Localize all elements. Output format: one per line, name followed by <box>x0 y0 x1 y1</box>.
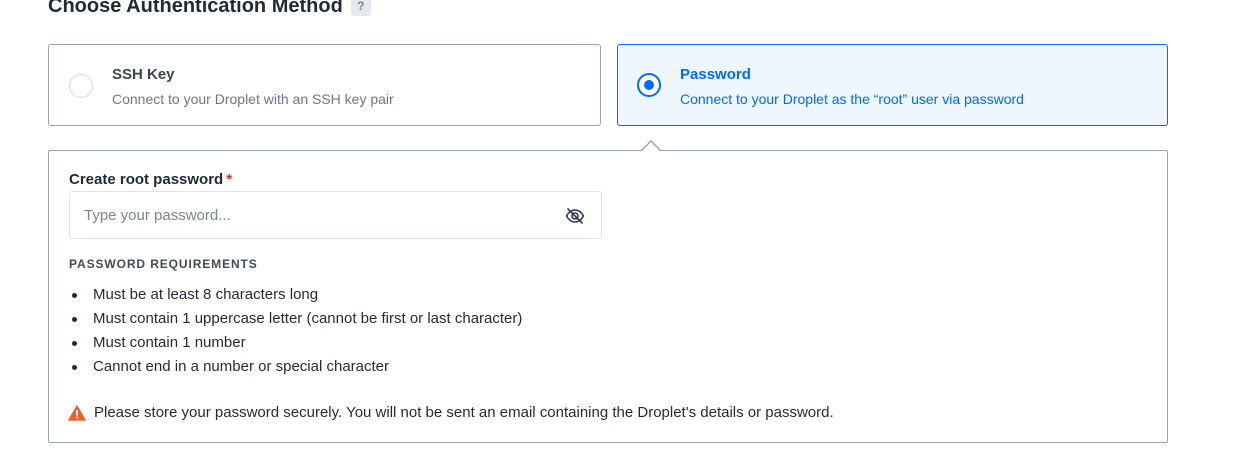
requirement-text: Cannot end in a number or special charac… <box>93 358 390 375</box>
requirements-list: Must be at least 8 characters long Must … <box>69 283 522 379</box>
password-radio[interactable] <box>637 73 661 97</box>
list-item: Cannot end in a number or special charac… <box>69 355 522 379</box>
required-marker: * <box>226 171 233 188</box>
root-password-label: Create root password * <box>69 171 232 189</box>
radio-selected-dot <box>644 80 654 90</box>
ssh-key-option-title: SSH Key <box>112 66 175 83</box>
bullet <box>72 317 77 322</box>
password-option-text: Password Connect to your Droplet as the … <box>680 65 1024 108</box>
ssh-key-option-text: SSH Key Connect to your Droplet with an … <box>112 65 394 108</box>
password-panel: Create root password * PASSWORD REQUIREME… <box>48 150 1168 443</box>
warning-triangle-icon <box>68 405 86 421</box>
root-password-label-text: Create root password <box>69 171 224 188</box>
list-item: Must contain 1 uppercase letter (cannot … <box>69 307 522 331</box>
eye-slash-icon[interactable] <box>565 207 585 225</box>
password-field <box>69 191 602 239</box>
auth-option-ssh-key[interactable]: SSH Key Connect to your Droplet with an … <box>48 44 601 126</box>
warning-text: Please store your password securely. You… <box>94 404 834 421</box>
list-item: Must be at least 8 characters long <box>69 283 522 307</box>
requirement-text: Must contain 1 uppercase letter (cannot … <box>93 310 523 327</box>
requirement-text: Must be at least 8 characters long <box>93 286 319 303</box>
requirement-text: Must contain 1 number <box>93 334 246 351</box>
help-icon[interactable]: ? <box>350 0 371 16</box>
list-item: Must contain 1 number <box>69 331 522 355</box>
ssh-key-option-description: Connect to your Droplet with an SSH key … <box>112 91 394 107</box>
password-input[interactable] <box>70 192 601 238</box>
password-option-description: Connect to your Droplet as the “root” us… <box>680 91 1024 107</box>
panel-caret-fill <box>641 142 661 152</box>
bullet <box>72 341 77 346</box>
bullet <box>72 365 77 370</box>
auth-option-password[interactable]: Password Connect to your Droplet as the … <box>617 44 1168 126</box>
bullet <box>72 293 77 298</box>
ssh-key-radio[interactable] <box>69 74 93 98</box>
requirements-heading: PASSWORD REQUIREMENTS <box>69 257 258 271</box>
password-option-title: Password <box>680 66 751 83</box>
password-warning: Please store your password securely. You… <box>68 403 834 423</box>
section-title-text: Choose Authentication Method <box>48 0 343 17</box>
section-title: Choose Authentication Method ? <box>48 0 371 18</box>
